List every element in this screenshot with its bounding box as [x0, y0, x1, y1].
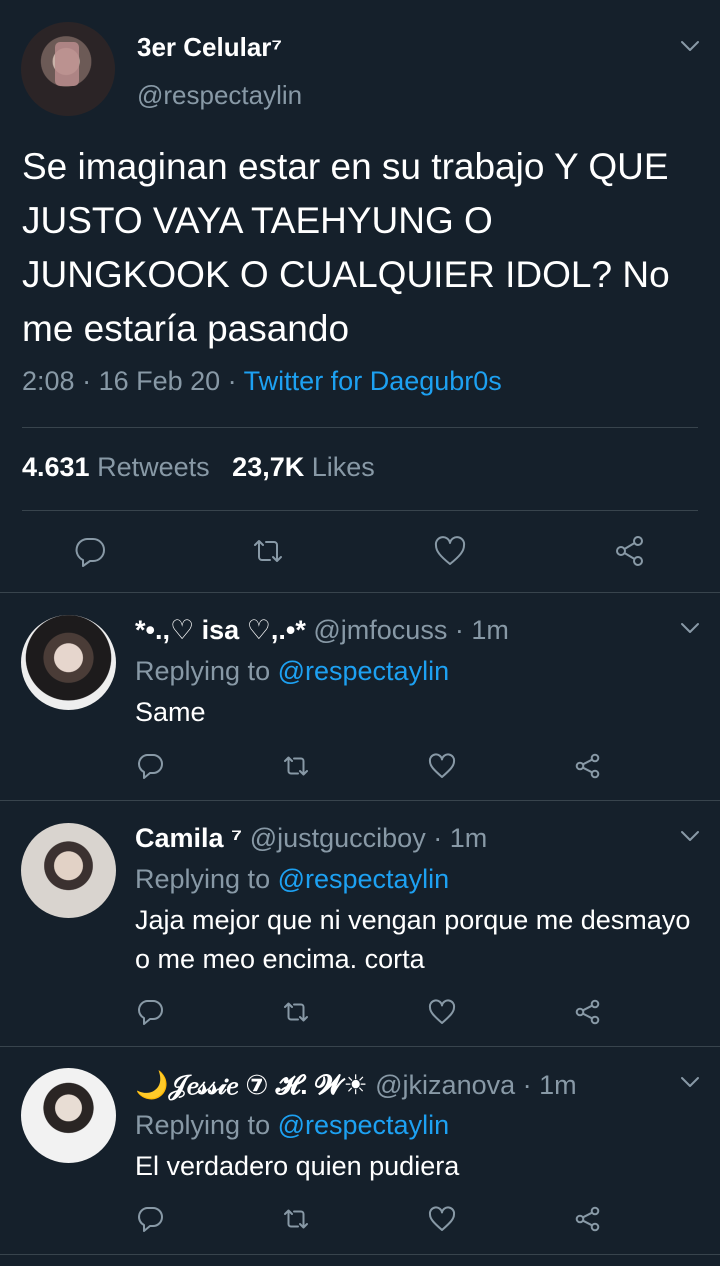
mention-link[interactable]: @respectaylin: [278, 656, 449, 686]
heart-icon[interactable]: [427, 751, 457, 781]
user-handle[interactable]: @justgucciboy: [250, 823, 426, 853]
mention-link[interactable]: @respectaylin: [278, 1110, 449, 1140]
mention-link[interactable]: @respectaylin: [278, 864, 449, 894]
tweet-text: Se imaginan estar en su trabajo Y QUE JU…: [22, 146, 670, 349]
reply-tweet: Camila ⁷ @justgucciboy · 1m Replying to …: [0, 801, 720, 1047]
reply-icon[interactable]: [72, 533, 108, 569]
display-name[interactable]: 🌙𝒥𝑒𝓈𝓈𝒾𝑒 ⑦ 𝓗. 𝓦☀: [135, 1070, 368, 1100]
retweet-icon[interactable]: [281, 751, 311, 781]
divider: [22, 510, 698, 511]
heart-icon[interactable]: [427, 1204, 457, 1234]
reply-tweet: *•.,♡ isa ♡,.•* @jmfocuss · 1m Replying …: [0, 593, 720, 801]
tweet-meta: 2:08 · 16 Feb 20 · Twitter for Daegubr0s: [22, 366, 502, 396]
replying-to: Replying to @respectaylin: [135, 864, 450, 894]
heart-icon[interactable]: [432, 533, 468, 569]
chevron-down-icon[interactable]: [678, 616, 702, 640]
reply-time: 1m: [539, 1070, 577, 1100]
tweet-time: 2:08: [22, 366, 75, 396]
retweet-icon[interactable]: [281, 997, 311, 1027]
user-handle[interactable]: @respectaylin: [137, 80, 302, 111]
user-handle[interactable]: @jmfocuss: [313, 615, 447, 645]
avatar[interactable]: [21, 1068, 116, 1163]
share-icon[interactable]: [573, 997, 603, 1027]
share-icon[interactable]: [573, 1204, 603, 1234]
reply-header: Camila ⁷ @justgucciboy · 1m: [135, 823, 488, 853]
tweet-date: 16 Feb 20: [98, 366, 221, 396]
main-tweet: 3er Celular⁷ @respectaylin Se imaginan e…: [0, 0, 720, 593]
reply-icon[interactable]: [135, 1204, 165, 1234]
reply-tweet: 🌙𝒥𝑒𝓈𝓈𝒾𝑒 ⑦ 𝓗. 𝓦☀ @jkizanova · 1m Replying…: [0, 1047, 720, 1255]
replying-to: Replying to @respectaylin: [135, 656, 450, 686]
retweets-stat[interactable]: 4.631 Retweets: [22, 452, 210, 482]
reply-text: Jaja mejor que ni vengan porque me desma…: [135, 905, 691, 974]
reply-text: El verdadero quien pudiera: [135, 1151, 460, 1181]
reply-time: 1m: [471, 615, 509, 645]
share-icon[interactable]: [573, 751, 603, 781]
display-name[interactable]: Camila ⁷: [135, 823, 242, 853]
retweet-icon[interactable]: [250, 533, 286, 569]
reply-icon[interactable]: [135, 997, 165, 1027]
reply-icon[interactable]: [135, 751, 165, 781]
heart-icon[interactable]: [427, 997, 457, 1027]
display-name[interactable]: 3er Celular⁷: [137, 32, 282, 63]
reply-header: *•.,♡ isa ♡,.•* @jmfocuss · 1m: [135, 615, 509, 645]
chevron-down-icon[interactable]: [678, 824, 702, 848]
tweet-source-link[interactable]: Twitter for Daegubr0s: [244, 366, 502, 396]
display-name[interactable]: *•.,♡ isa ♡,.•*: [135, 615, 306, 645]
replying-to: Replying to @respectaylin: [135, 1110, 450, 1140]
retweet-icon[interactable]: [281, 1204, 311, 1234]
reply-text: Same: [135, 697, 206, 727]
chevron-down-icon[interactable]: [678, 1070, 702, 1094]
avatar[interactable]: [21, 22, 115, 116]
user-handle[interactable]: @jkizanova: [375, 1070, 515, 1100]
share-icon[interactable]: [612, 533, 648, 569]
tweet-stats: 4.631 Retweets 23,7K Likes: [22, 452, 375, 483]
chevron-down-icon[interactable]: [678, 34, 702, 58]
avatar[interactable]: [21, 615, 116, 710]
reply-header: 🌙𝒥𝑒𝓈𝓈𝒾𝑒 ⑦ 𝓗. 𝓦☀ @jkizanova · 1m: [135, 1070, 577, 1100]
reply-time: 1m: [449, 823, 488, 853]
likes-stat[interactable]: 23,7K Likes: [232, 452, 375, 482]
avatar[interactable]: [21, 823, 116, 918]
divider: [22, 427, 698, 428]
